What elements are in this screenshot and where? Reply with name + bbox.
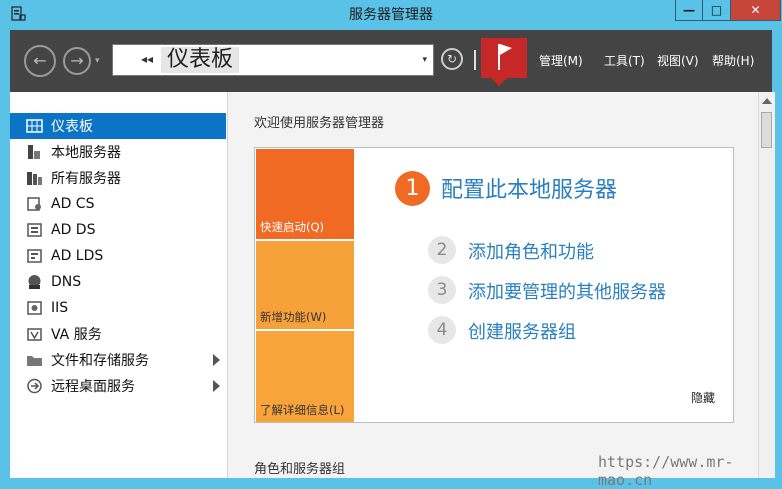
back-button[interactable]: ← (24, 45, 56, 77)
dashboard-icon (26, 119, 43, 133)
sidebar-item-label: DNS (51, 274, 82, 290)
main-content: 欢迎使用服务器管理器 快速启动(Q) 新增功能(W) 了解详细信息(L) 1 配… (228, 92, 758, 478)
directory-icon (27, 223, 42, 237)
forward-button[interactable]: → (63, 47, 91, 75)
sidebar-item-label: 远程桌面服务 (51, 379, 135, 395)
sidebar-item-ad-cs[interactable]: AD CS (10, 191, 226, 217)
welcome-heading: 欢迎使用服务器管理器 (254, 116, 385, 131)
sidebar-item-local-server[interactable]: 本地服务器 (10, 139, 226, 165)
maximize-button[interactable]: □ (703, 0, 731, 21)
sidebar-item-all-servers[interactable]: 所有服务器 (10, 165, 226, 191)
close-button[interactable]: ✕ (731, 0, 781, 21)
sidebar-item-label: VA 服务 (51, 327, 102, 343)
hide-link[interactable]: 隐藏 (691, 389, 715, 406)
watermark: https://www.mr-mao.cn (598, 453, 734, 489)
sidebar-item-dns[interactable]: DNS (10, 269, 226, 295)
certificate-icon (27, 197, 41, 211)
tile-label: 新增功能(W) (260, 310, 327, 324)
breadcrumb-arrows-icon: ◂◂ (141, 52, 154, 66)
tile-label: 了解详细信息(L) (260, 403, 345, 417)
step-number-2: 2 (428, 236, 456, 264)
sidebar-item-label: 本地服务器 (51, 145, 121, 161)
menu-tools[interactable]: 工具(T) (604, 52, 645, 69)
menu-manage[interactable]: 管理(M) (539, 52, 583, 69)
sidebar: 仪表板 本地服务器 所有服务器 AD CS AD DS AD LDS DNS I… (10, 92, 228, 478)
va-icon (27, 328, 42, 341)
step-number-4: 4 (428, 316, 456, 344)
directory-icon (27, 249, 42, 263)
sidebar-item-label: 所有服务器 (51, 171, 121, 187)
refresh-button[interactable]: ↻ (441, 48, 463, 70)
toolbar-separator (474, 50, 476, 70)
history-dropdown-icon[interactable]: ▾ (95, 56, 100, 66)
breadcrumb-dropdown-icon[interactable]: ▾ (422, 55, 427, 65)
tile-quick-start[interactable]: 快速启动(Q) (256, 149, 354, 239)
sidebar-item-label: AD DS (51, 222, 96, 238)
sidebar-item-label: AD LDS (51, 248, 104, 264)
flag-icon (498, 44, 512, 70)
step-number-3: 3 (428, 276, 456, 304)
chevron-right-icon[interactable] (213, 380, 220, 392)
vertical-scrollbar[interactable] (758, 92, 775, 478)
sidebar-item-label: IIS (51, 300, 69, 316)
tile-whats-new[interactable]: 新增功能(W) (256, 241, 354, 329)
sidebar-item-va[interactable]: VA 服务 (10, 321, 226, 347)
title-bar: 服务器管理器 — □ ✕ (0, 0, 782, 30)
breadcrumb-bar[interactable]: ◂◂ 仪表板 ▾ (112, 44, 434, 76)
tile-label: 快速启动(Q) (260, 220, 325, 234)
breadcrumb-current[interactable]: 仪表板 (161, 47, 240, 73)
notifications-flag-icon[interactable] (481, 38, 527, 86)
scroll-up-icon[interactable] (762, 98, 772, 104)
chevron-right-icon[interactable] (213, 354, 220, 366)
step-link-configure-local-server[interactable]: 配置此本地服务器 (441, 172, 617, 204)
step-link-add-roles[interactable]: 添加角色和功能 (468, 238, 594, 264)
step-link-create-server-group[interactable]: 创建服务器组 (468, 318, 576, 344)
sidebar-item-remote-desktop[interactable]: 远程桌面服务 (10, 373, 226, 399)
step-number-1: 1 (395, 171, 430, 206)
sidebar-item-ad-lds[interactable]: AD LDS (10, 243, 226, 269)
menu-view[interactable]: 视图(V) (657, 52, 699, 69)
menu-help[interactable]: 帮助(H) (712, 52, 754, 69)
sidebar-item-iis[interactable]: IIS (10, 295, 226, 321)
dns-icon (28, 275, 41, 289)
iis-icon (27, 301, 42, 315)
remote-desktop-icon (27, 378, 42, 394)
server-icon (28, 145, 40, 159)
servers-icon (27, 172, 42, 185)
sidebar-item-label: 文件和存储服务 (51, 353, 149, 369)
tile-learn-more[interactable]: 了解详细信息(L) (256, 331, 354, 422)
sidebar-item-dashboard[interactable]: 仪表板 (10, 113, 226, 139)
sidebar-item-file-storage[interactable]: 文件和存储服务 (10, 347, 226, 373)
roles-section-heading: 角色和服务器组 (254, 462, 346, 477)
window-title: 服务器管理器 (349, 7, 433, 23)
folder-icon (27, 356, 42, 366)
toolbar: ← → ▾ ◂◂ 仪表板 ▾ ↻ 管理(M) 工具(T) 视图(V) 帮助(H) (10, 30, 772, 92)
minimize-button[interactable]: — (675, 0, 703, 21)
welcome-card: 快速启动(Q) 新增功能(W) 了解详细信息(L) 1 配置此本地服务器 2 添… (254, 147, 734, 423)
step-link-add-servers[interactable]: 添加要管理的其他服务器 (468, 278, 666, 304)
sidebar-item-label: AD CS (51, 196, 95, 212)
sidebar-item-ad-ds[interactable]: AD DS (10, 217, 226, 243)
scroll-thumb[interactable] (761, 112, 772, 148)
sidebar-item-label: 仪表板 (51, 119, 93, 135)
